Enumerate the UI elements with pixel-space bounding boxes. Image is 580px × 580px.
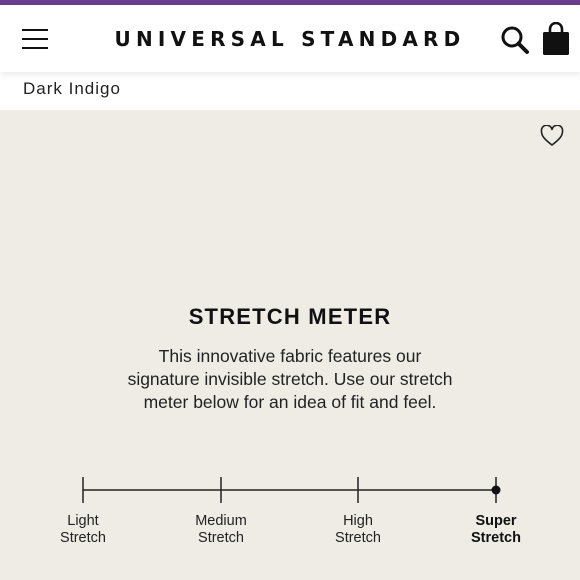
meter-label-medium: Medium Stretch <box>195 513 247 546</box>
brand-logo[interactable]: UNIVERSAL STANDARD <box>0 27 580 51</box>
meter-label-light: Light Stretch <box>60 513 106 546</box>
meter-label-super: Super Stretch <box>471 513 521 546</box>
stretch-meter-description: This innovative fabric features our sign… <box>100 345 480 414</box>
description-line-1: This innovative fabric features our <box>158 346 422 366</box>
heart-icon[interactable] <box>540 124 564 147</box>
search-icon[interactable] <box>500 25 530 55</box>
stretch-meter-scale <box>82 477 501 503</box>
shopping-bag-icon[interactable] <box>541 21 571 56</box>
meter-selected-indicator <box>491 485 501 495</box>
stretch-meter-title: STRETCH METER <box>188 304 392 329</box>
meter-label-high: High Stretch <box>335 513 381 546</box>
site-header: UNIVERSAL STANDARD <box>0 5 580 72</box>
description-line-2: signature invisible stretch. Use our str… <box>127 369 453 389</box>
description-line-3: meter below for an idea of fit and feel. <box>143 392 437 412</box>
product-color-name: Dark Indigo <box>23 79 121 98</box>
